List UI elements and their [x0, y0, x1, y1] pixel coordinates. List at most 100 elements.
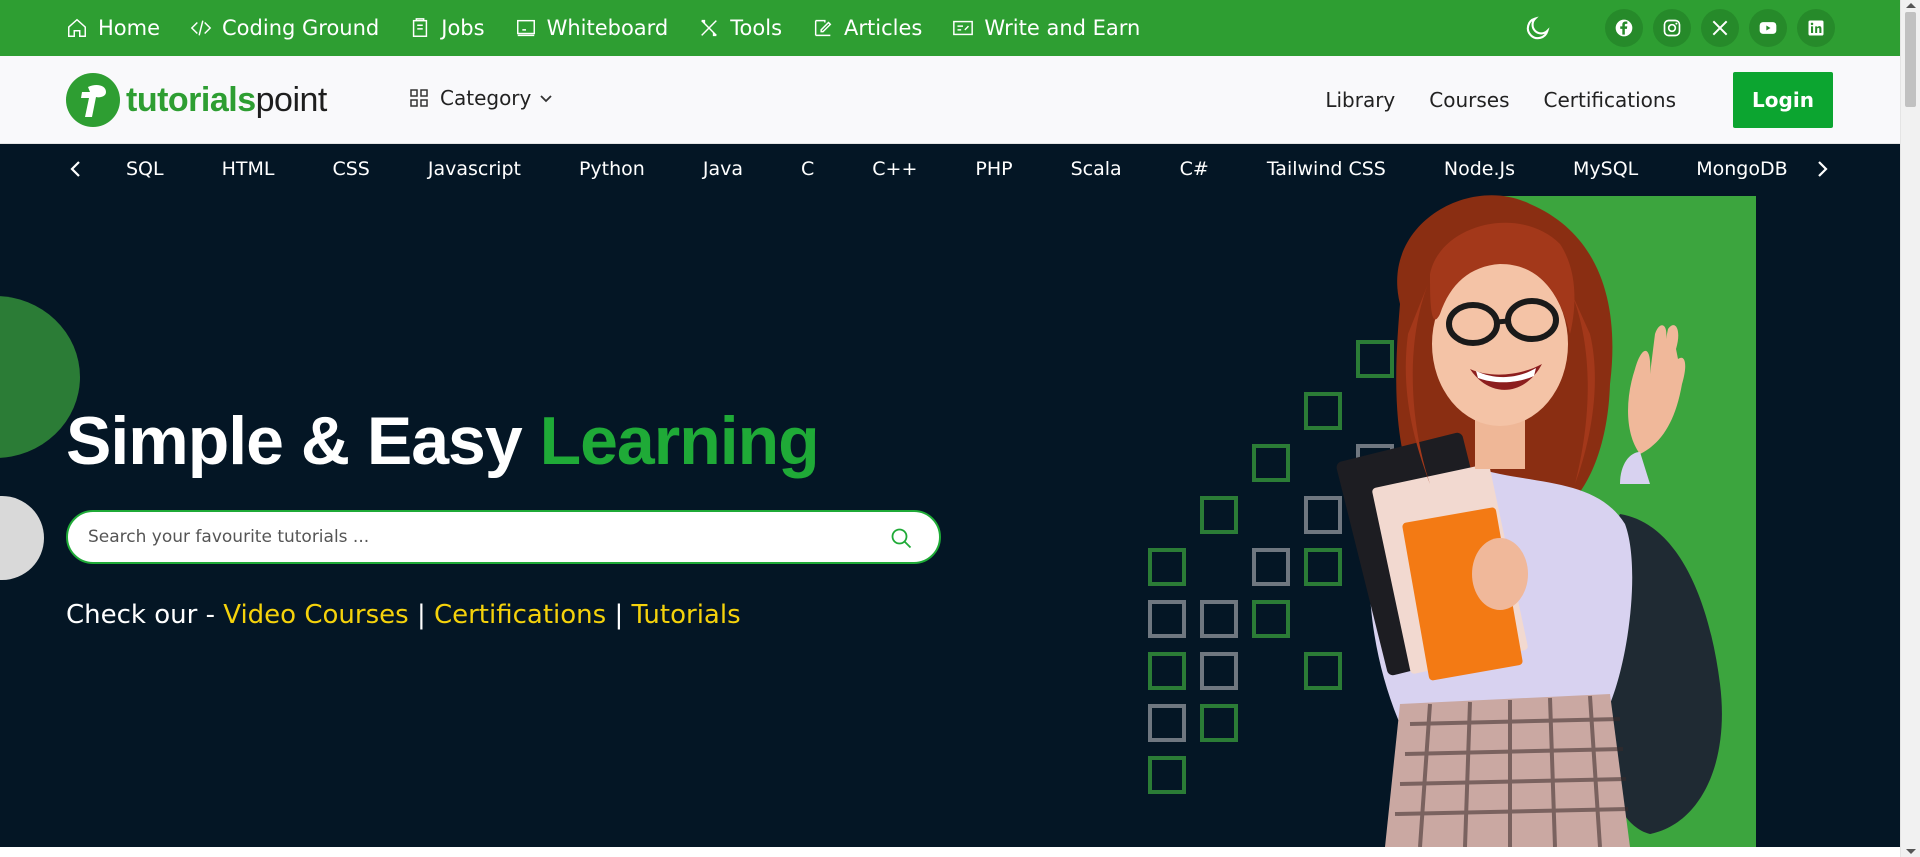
decor-square — [1148, 704, 1186, 742]
code-icon — [190, 20, 212, 36]
linkedin-link[interactable] — [1797, 9, 1835, 47]
nav-home-label: Home — [98, 16, 161, 40]
tech-tailwind[interactable]: Tailwind CSS — [1267, 158, 1386, 180]
hero-title-white: Simple & Easy — [66, 403, 523, 479]
decor-square — [1252, 548, 1290, 586]
decor-circle-gray — [0, 496, 44, 580]
decor-square — [1252, 444, 1290, 482]
tech-php[interactable]: PHP — [975, 158, 1012, 180]
nav-whiteboard[interactable]: Whiteboard — [515, 16, 669, 40]
hero-student-image — [1336, 195, 1722, 847]
nav-jobs[interactable]: Jobs — [409, 16, 485, 40]
grid-icon — [410, 89, 428, 107]
header-link-library[interactable]: Library — [1325, 88, 1395, 112]
link-certifications[interactable]: Certifications — [434, 600, 606, 630]
x-icon — [1712, 20, 1728, 36]
chevron-right-icon[interactable] — [1810, 157, 1834, 181]
instagram-link[interactable] — [1653, 9, 1691, 47]
tech-scala[interactable]: Scala — [1071, 158, 1122, 180]
search-icon[interactable] — [889, 526, 913, 550]
briefcase-icon — [413, 18, 428, 37]
home-icon — [68, 18, 86, 37]
decor-square — [1200, 704, 1238, 742]
tech-css[interactable]: CSS — [332, 158, 369, 180]
tech-python[interactable]: Python — [579, 158, 645, 180]
link-video-courses[interactable]: Video Courses — [223, 600, 408, 630]
header-link-certifications[interactable]: Certifications — [1544, 88, 1676, 112]
tech-csharp[interactable]: C# — [1180, 158, 1209, 180]
nav-tools[interactable]: Tools — [698, 16, 782, 40]
scroll-up-arrow[interactable] — [1906, 3, 1916, 8]
scroll-down-arrow[interactable] — [1906, 849, 1916, 854]
chevron-left-icon[interactable] — [64, 157, 88, 181]
tech-list: SQL HTML CSS Javascript Python Java C C+… — [126, 158, 1788, 180]
decor-square — [1200, 496, 1238, 534]
header-link-courses[interactable]: Courses — [1429, 88, 1509, 112]
scrollbar-thumb[interactable] — [1905, 12, 1916, 107]
youtube-link[interactable] — [1749, 9, 1787, 47]
whiteboard-icon — [516, 19, 535, 37]
tech-c[interactable]: C — [801, 158, 814, 180]
linkedin-icon — [1808, 20, 1824, 36]
facebook-link[interactable] — [1605, 9, 1643, 47]
top-nav: Home Coding Ground Jobs Whiteboard Tools… — [66, 16, 1170, 40]
logo-wordmark: tutorialspoint — [126, 81, 327, 120]
check-our-links: Check our - Video Courses | Certificatio… — [66, 600, 741, 630]
nav-coding-ground-label: Coding Ground — [222, 16, 380, 40]
logo-part1: tutorials — [126, 80, 256, 119]
tools-icon — [701, 19, 718, 37]
dark-mode-toggle-icon[interactable] — [1524, 14, 1552, 42]
decor-square — [1148, 756, 1186, 794]
site-header: tutorialspoint Category Library Courses … — [0, 56, 1900, 144]
nav-whiteboard-label: Whiteboard — [546, 16, 669, 40]
category-label: Category — [440, 86, 532, 110]
category-dropdown[interactable]: Category — [410, 86, 553, 110]
login-button[interactable]: Login — [1733, 72, 1833, 128]
nav-tools-label: Tools — [730, 16, 783, 40]
tech-java[interactable]: Java — [703, 158, 743, 180]
tech-html[interactable]: HTML — [222, 158, 275, 180]
instagram-icon — [1663, 19, 1681, 37]
search-input[interactable] — [88, 527, 868, 547]
chevron-down-icon — [540, 95, 552, 103]
x-link[interactable] — [1701, 9, 1739, 47]
vertical-scrollbar[interactable] — [1900, 0, 1920, 857]
hero-title-green: Learning — [539, 403, 820, 479]
nav-articles-label: Articles — [844, 16, 923, 40]
logo-mark-icon — [66, 73, 120, 127]
tech-mongodb[interactable]: MongoDB — [1696, 158, 1787, 180]
separator: | — [614, 600, 624, 630]
decor-square — [1200, 600, 1238, 638]
nav-home[interactable]: Home — [66, 16, 160, 40]
tech-javascript[interactable]: Javascript — [428, 158, 521, 180]
check-prefix: Check our - — [66, 600, 215, 630]
hero-title: Simple & Easy Learning — [66, 402, 820, 480]
facebook-icon — [1615, 19, 1633, 37]
nav-coding-ground[interactable]: Coding Ground — [190, 16, 379, 40]
decor-square — [1200, 652, 1238, 690]
tech-cpp[interactable]: C++ — [872, 158, 917, 180]
top-nav-bar: Home Coding Ground Jobs Whiteboard Tools… — [0, 0, 1900, 56]
social-links — [1605, 9, 1835, 47]
decor-square — [1252, 600, 1290, 638]
logo-part2: point — [255, 80, 328, 119]
tutorialspoint-logo[interactable]: tutorialspoint — [66, 73, 327, 127]
tech-sql[interactable]: SQL — [126, 158, 164, 180]
youtube-icon — [1759, 22, 1777, 34]
tech-mysql[interactable]: MySQL — [1573, 158, 1638, 180]
tech-nodejs[interactable]: Node.Js — [1444, 158, 1515, 180]
search-box — [66, 510, 941, 564]
nav-write-and-earn[interactable]: Write and Earn — [952, 16, 1140, 40]
header-links: Library Courses Certifications — [1325, 88, 1676, 112]
nav-jobs-label: Jobs — [441, 16, 485, 40]
decor-square — [1148, 548, 1186, 586]
decor-square — [1148, 652, 1186, 690]
hero-section: SQL HTML CSS Javascript Python Java C C+… — [0, 144, 1900, 847]
separator: | — [416, 600, 426, 630]
write-earn-icon — [953, 20, 974, 36]
nav-write-and-earn-label: Write and Earn — [984, 16, 1141, 40]
decor-square — [1148, 600, 1186, 638]
edit-icon — [814, 19, 832, 37]
nav-articles[interactable]: Articles — [812, 16, 922, 40]
link-tutorials[interactable]: Tutorials — [631, 600, 740, 630]
